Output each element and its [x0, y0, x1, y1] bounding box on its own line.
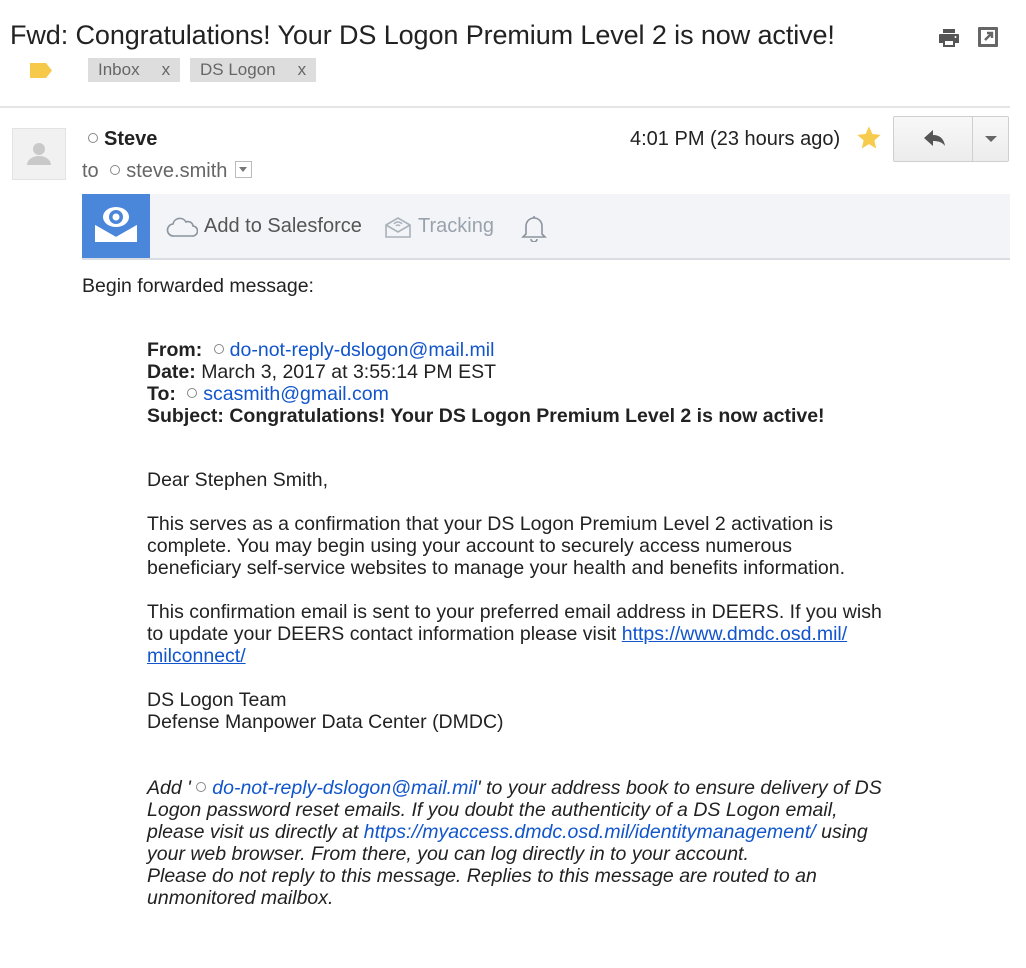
- forward-intro: Begin forwarded message:: [82, 275, 314, 297]
- reply-button[interactable]: [894, 117, 972, 161]
- para2-line: This confirmation email is sent to your …: [147, 601, 882, 623]
- avatar-icon: [27, 143, 51, 165]
- signature-line: DS Logon Team: [147, 689, 287, 711]
- sender-name[interactable]: Steve: [88, 128, 157, 151]
- footer-email-link[interactable]: do-not-reply-dslogon@mail.mil: [212, 777, 477, 799]
- presence-icon: [187, 388, 198, 398]
- forward-date: Date: March 3, 2017 at 3:55:14 PM EST: [147, 361, 497, 383]
- label-chip-inbox[interactable]: Inbox x: [88, 58, 181, 82]
- add-to-salesforce-button[interactable]: Add to Salesforce: [166, 194, 362, 258]
- footer-line: unmonitored mailbox.: [147, 887, 334, 909]
- presence-icon: [110, 165, 121, 175]
- avatar[interactable]: [12, 128, 66, 180]
- remove-label-button[interactable]: x: [162, 60, 171, 79]
- signature-line: Defense Manpower Data Center (DMDC): [147, 711, 504, 733]
- to-email-link[interactable]: scasmith@gmail.com: [203, 383, 389, 405]
- milconnect-link[interactable]: https://www.dmdc.osd.mil/: [622, 623, 847, 645]
- to-prefix: to: [82, 160, 99, 182]
- footer-line: please visit us directly at https://myac…: [147, 821, 868, 843]
- label-chip-name: Inbox: [98, 60, 140, 79]
- para2-line: milconnect/: [147, 645, 246, 667]
- label-icon[interactable]: [30, 63, 52, 78]
- label-chip-name: DS Logon: [200, 60, 276, 79]
- reply-icon: [924, 130, 945, 146]
- footer-line: Please do not reply to this message. Rep…: [147, 865, 817, 887]
- forward-subject: Subject: Congratulations! Your DS Logon …: [147, 405, 825, 427]
- milconnect-link-cont[interactable]: milconnect/: [147, 645, 246, 667]
- tracking-icon: [385, 216, 411, 238]
- cloud-icon: [166, 217, 199, 237]
- greeting: Dear Stephen Smith,: [147, 469, 329, 491]
- presence-icon: [196, 782, 207, 792]
- para1-line: This serves as a confirmation that your …: [147, 513, 834, 535]
- bell-icon[interactable]: [520, 194, 554, 258]
- recipient-line: to steve.smith: [82, 160, 253, 183]
- presence-icon: [213, 344, 224, 354]
- para2-line: to update your DEERS contact information…: [147, 623, 848, 645]
- forward-to: To: scasmith@gmail.com: [147, 383, 389, 405]
- salesforce-toolbar: Add to Salesforce Tracking: [82, 194, 1010, 260]
- show-details-icon[interactable]: [235, 161, 253, 178]
- more-actions-dropdown[interactable]: [972, 117, 1009, 161]
- remove-label-button[interactable]: x: [298, 60, 307, 79]
- footer-line: your web browser. From there, you can lo…: [147, 843, 749, 865]
- from-email-link[interactable]: do-not-reply-dslogon@mail.mil: [230, 339, 495, 361]
- email-timestamp: 4:01 PM (23 hours ago): [630, 128, 841, 150]
- forward-from: From: do-not-reply-dslogon@mail.mil: [147, 339, 495, 361]
- para1-line: complete. You may begin using your accou…: [147, 535, 792, 557]
- header-divider: [0, 106, 1010, 108]
- email-subject: Fwd: Congratulations! Your DS Logon Prem…: [10, 20, 835, 50]
- para1-line: beneficiary self-service websites to man…: [147, 557, 846, 579]
- recipient-name[interactable]: steve.smith: [126, 160, 227, 182]
- label-chip-ds-logon[interactable]: DS Logon x: [190, 58, 317, 82]
- tracking-button[interactable]: Tracking: [384, 194, 494, 258]
- print-icon[interactable]: [937, 26, 961, 50]
- reply-button-group: [893, 116, 1009, 162]
- identity-management-link[interactable]: https://myaccess.dmdc.osd.mil/identityma…: [364, 821, 816, 843]
- star-icon[interactable]: [855, 124, 883, 152]
- open-in-new-window-icon[interactable]: [977, 26, 1001, 50]
- salesforce-logo-icon[interactable]: [82, 194, 150, 258]
- footer-line: Add ' do-not-reply-dslogon@mail.mil' to …: [147, 777, 882, 799]
- footer-line: Logon password reset emails. If you doub…: [147, 799, 838, 821]
- presence-icon: [88, 133, 98, 143]
